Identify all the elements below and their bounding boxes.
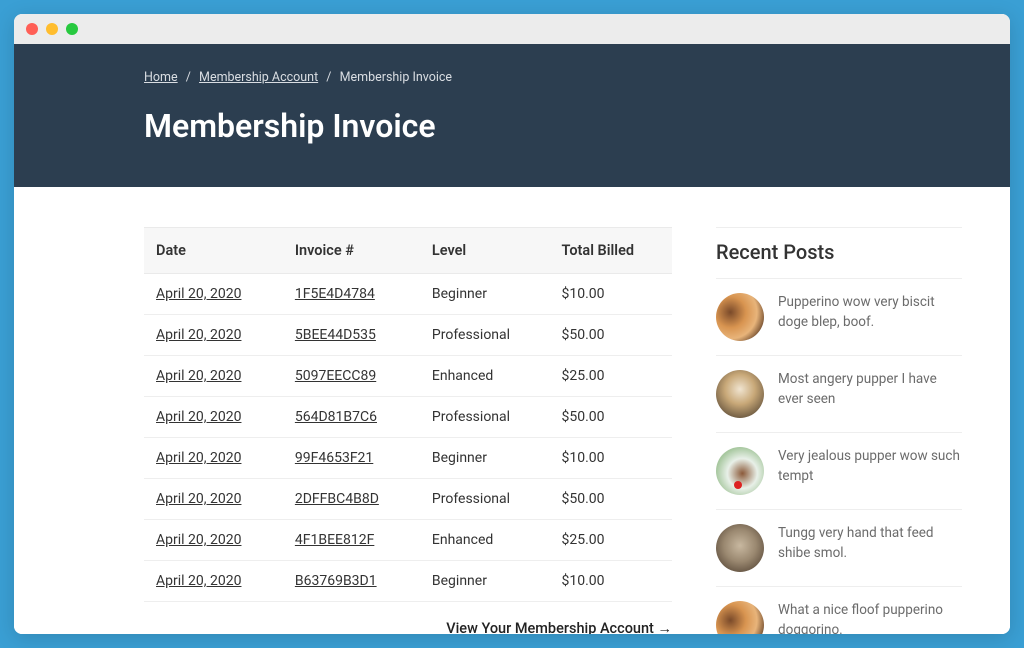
invoice-date-link[interactable]: April 20, 2020 <box>156 532 241 548</box>
table-row: April 20, 2020 5097EECC89 Enhanced$25.00 <box>144 356 672 397</box>
post-title: What a nice floof pupperino doggorino. <box>778 601 962 634</box>
hero-banner: Home / Membership Account / Membership I… <box>14 44 1010 187</box>
invoice-level: Beginner <box>420 438 550 479</box>
invoice-number-link[interactable]: 5BEE44D535 <box>295 327 376 343</box>
invoice-level: Enhanced <box>420 520 550 561</box>
post-title: Tungg very hand that feed shibe smol. <box>778 524 962 563</box>
table-row: April 20, 2020 99F4653F21 Beginner$10.00 <box>144 438 672 479</box>
table-row: April 20, 2020 564D81B7C6 Professional$50.… <box>144 397 672 438</box>
breadcrumb-current: Membership Invoice <box>340 70 453 85</box>
breadcrumb-sep: / <box>186 70 191 85</box>
view-account-wrapper: View Your Membership Account → <box>144 620 672 634</box>
post-title: Most angery pupper I have ever seen <box>778 370 962 409</box>
invoice-number-link[interactable]: 2DFFBC4B8D <box>295 491 379 507</box>
post-thumbnail <box>716 601 764 634</box>
th-invoice: Invoice # <box>283 228 420 274</box>
invoice-date-link[interactable]: April 20, 2020 <box>156 409 241 425</box>
view-account-link[interactable]: View Your Membership Account → <box>446 620 672 634</box>
window-titlebar <box>14 14 1010 44</box>
invoice-date-link[interactable]: April 20, 2020 <box>156 368 241 384</box>
invoice-date-link[interactable]: April 20, 2020 <box>156 491 241 507</box>
post-thumbnail <box>716 293 764 341</box>
invoice-date-link[interactable]: April 20, 2020 <box>156 450 241 466</box>
breadcrumb: Home / Membership Account / Membership I… <box>144 70 880 85</box>
list-item[interactable]: Very jealous pupper wow such tempt <box>716 432 962 509</box>
th-total: Total Billed <box>550 228 672 274</box>
list-item[interactable]: What a nice floof pupperino doggorino. <box>716 586 962 634</box>
invoice-total: $10.00 <box>550 561 672 602</box>
invoice-level: Professional <box>420 315 550 356</box>
list-item[interactable]: Most angery pupper I have ever seen <box>716 355 962 432</box>
invoice-total: $50.00 <box>550 397 672 438</box>
invoice-number-link[interactable]: B63769B3D1 <box>295 573 377 589</box>
invoice-total: $50.00 <box>550 479 672 520</box>
table-row: April 20, 2020 4F1BEE812F Enhanced$25.00 <box>144 520 672 561</box>
list-item[interactable]: Tungg very hand that feed shibe smol. <box>716 509 962 586</box>
post-title: Pupperino wow very biscit doge blep, boo… <box>778 293 962 332</box>
breadcrumb-sep: / <box>326 70 331 85</box>
invoice-level: Professional <box>420 479 550 520</box>
invoice-number-link[interactable]: 99F4653F21 <box>295 450 373 466</box>
content-area: Date Invoice # Level Total Billed April … <box>14 187 1010 634</box>
maximize-window-icon[interactable] <box>66 23 78 35</box>
invoice-total: $50.00 <box>550 315 672 356</box>
invoice-total: $10.00 <box>550 274 672 315</box>
invoice-table: Date Invoice # Level Total Billed April … <box>144 227 672 602</box>
table-row: April 20, 2020 5BEE44D535 Professional$50.… <box>144 315 672 356</box>
recent-posts-list: Pupperino wow very biscit doge blep, boo… <box>716 278 962 634</box>
invoice-level: Professional <box>420 397 550 438</box>
invoice-number-link[interactable]: 564D81B7C6 <box>295 409 377 425</box>
breadcrumb-home[interactable]: Home <box>144 70 178 85</box>
invoice-total: $25.00 <box>550 356 672 397</box>
post-thumbnail <box>716 524 764 572</box>
invoice-total: $10.00 <box>550 438 672 479</box>
invoice-date-link[interactable]: April 20, 2020 <box>156 286 241 302</box>
th-level: Level <box>420 228 550 274</box>
table-row: April 20, 2020 B63769B3D1 Beginner$10.00 <box>144 561 672 602</box>
breadcrumb-account[interactable]: Membership Account <box>199 70 318 85</box>
table-row: April 20, 2020 1F5E4D4784 Beginner$10.00 <box>144 274 672 315</box>
browser-window: Home / Membership Account / Membership I… <box>14 14 1010 634</box>
post-thumbnail <box>716 447 764 495</box>
invoice-total: $25.00 <box>550 520 672 561</box>
invoice-date-link[interactable]: April 20, 2020 <box>156 327 241 343</box>
main-column: Date Invoice # Level Total Billed April … <box>144 227 672 634</box>
table-row: April 20, 2020 2DFFBC4B8D Professional$50.… <box>144 479 672 520</box>
minimize-window-icon[interactable] <box>46 23 58 35</box>
th-date: Date <box>144 228 283 274</box>
invoice-number-link[interactable]: 5097EECC89 <box>295 368 376 384</box>
post-thumbnail <box>716 370 764 418</box>
invoice-date-link[interactable]: April 20, 2020 <box>156 573 241 589</box>
page-title: Membership Invoice <box>144 107 880 145</box>
post-title: Very jealous pupper wow such tempt <box>778 447 962 486</box>
recent-posts-title: Recent Posts <box>716 227 962 278</box>
list-item[interactable]: Pupperino wow very biscit doge blep, boo… <box>716 278 962 355</box>
invoice-level: Beginner <box>420 561 550 602</box>
invoice-number-link[interactable]: 1F5E4D4784 <box>295 286 375 302</box>
close-window-icon[interactable] <box>26 23 38 35</box>
invoice-level: Enhanced <box>420 356 550 397</box>
invoice-number-link[interactable]: 4F1BEE812F <box>295 532 374 548</box>
sidebar: Recent Posts Pupperino wow very biscit d… <box>716 227 962 634</box>
invoice-level: Beginner <box>420 274 550 315</box>
